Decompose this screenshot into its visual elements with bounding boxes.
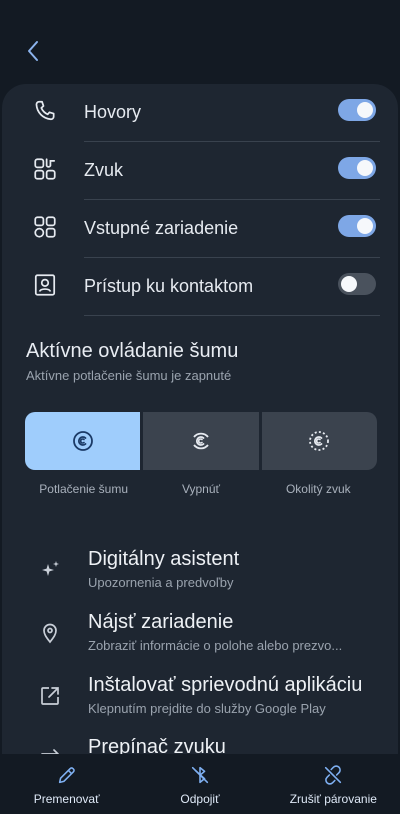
calls-toggle[interactable] bbox=[338, 99, 376, 121]
input-device-toggle[interactable] bbox=[338, 215, 376, 237]
location-pin-icon bbox=[43, 623, 57, 644]
contact-card-icon bbox=[34, 274, 56, 296]
anc-option-off[interactable] bbox=[143, 412, 259, 470]
toggle-label: Zvuk bbox=[84, 160, 124, 180]
toggle-row-audio[interactable]: Zvuk bbox=[2, 142, 398, 200]
chevron-left-icon bbox=[28, 41, 38, 61]
audio-apps-icon bbox=[34, 158, 56, 180]
anc-option-noise-cancel[interactable] bbox=[25, 412, 141, 470]
toggle-knob bbox=[341, 276, 357, 292]
list-item-sound-switch[interactable]: Prepínač zvuku bbox=[2, 734, 398, 754]
bottom-action-bar: Premenovať Odpojiť Zrušiť párovanie bbox=[0, 754, 400, 814]
bluetooth-off-icon bbox=[191, 766, 209, 784]
switch-icon bbox=[41, 749, 59, 754]
divider bbox=[84, 315, 380, 316]
grid-apps-icon bbox=[34, 216, 56, 238]
toggle-row-contacts[interactable]: Prístup ku kontaktom bbox=[2, 258, 398, 316]
anc-option-labels: Potlačenie šumu Vypnúť Okolitý zvuk bbox=[25, 482, 377, 496]
item-title: Inštalovať sprievodnú aplikáciu bbox=[88, 674, 363, 696]
list-item-find-device[interactable]: Nájsť zariadenie Zobraziť informácie o p… bbox=[2, 609, 398, 669]
toggle-row-calls[interactable]: Hovory bbox=[2, 84, 398, 142]
toggle-label: Prístup ku kontaktom bbox=[84, 276, 254, 296]
item-subtitle: Upozornenia a predvoľby bbox=[88, 575, 234, 590]
unpair-button[interactable]: Zrušiť párovanie bbox=[267, 754, 400, 814]
contacts-toggle[interactable] bbox=[338, 273, 376, 295]
anc-segmented-control bbox=[25, 412, 377, 470]
list-item-digital-assistant[interactable]: Digitálny asistent Upozornenia a predvoľ… bbox=[2, 546, 398, 606]
unlink-icon bbox=[325, 765, 342, 785]
toggle-label: Hovory bbox=[84, 102, 142, 122]
anc-option-label: Okolitý zvuk bbox=[285, 482, 351, 496]
top-bar bbox=[0, 0, 400, 84]
toggle-knob bbox=[357, 102, 373, 118]
item-title: Nájsť zariadenie bbox=[88, 611, 234, 633]
anc-subtitle: Aktívne potlačenie šumu je zapnuté bbox=[26, 368, 232, 383]
anc-off-icon bbox=[193, 432, 209, 450]
anc-option-label: Vypnúť bbox=[181, 482, 221, 496]
disconnect-button[interactable]: Odpojiť bbox=[133, 754, 266, 814]
ambient-sound-icon bbox=[309, 431, 330, 451]
pencil-icon bbox=[58, 767, 75, 784]
rename-button[interactable]: Premenovať bbox=[0, 754, 133, 814]
audio-toggle[interactable] bbox=[338, 157, 376, 179]
item-title: Prepínač zvuku bbox=[88, 736, 226, 754]
toggle-knob bbox=[357, 160, 373, 176]
settings-card: Hovory Zvuk Vstupné zariadenie Prístup k… bbox=[2, 84, 398, 754]
toggle-knob bbox=[357, 218, 373, 234]
back-button[interactable] bbox=[18, 36, 48, 66]
anc-title: Aktívne ovládanie šumu bbox=[26, 340, 239, 362]
item-subtitle: Klepnutím prejdite do služby Google Play bbox=[88, 701, 326, 716]
noise-cancel-icon bbox=[72, 431, 93, 451]
phone-icon bbox=[35, 100, 55, 121]
rename-label: Premenovať bbox=[33, 792, 100, 806]
item-title: Digitálny asistent bbox=[88, 548, 240, 570]
unpair-label: Zrušiť párovanie bbox=[289, 792, 377, 806]
sparkle-icon bbox=[42, 561, 59, 576]
toggle-row-input-device[interactable]: Vstupné zariadenie bbox=[2, 200, 398, 258]
disconnect-label: Odpojiť bbox=[180, 792, 220, 806]
anc-option-label: Potlačenie šumu bbox=[39, 482, 129, 496]
open-external-icon bbox=[41, 687, 59, 705]
toggle-label: Vstupné zariadenie bbox=[84, 218, 239, 238]
list-item-install-companion-app[interactable]: Inštalovať sprievodnú aplikáciu Klepnutí… bbox=[2, 672, 398, 732]
item-subtitle: Zobraziť informácie o polohe alebo prezv… bbox=[88, 638, 343, 653]
anc-option-ambient[interactable] bbox=[261, 412, 377, 470]
